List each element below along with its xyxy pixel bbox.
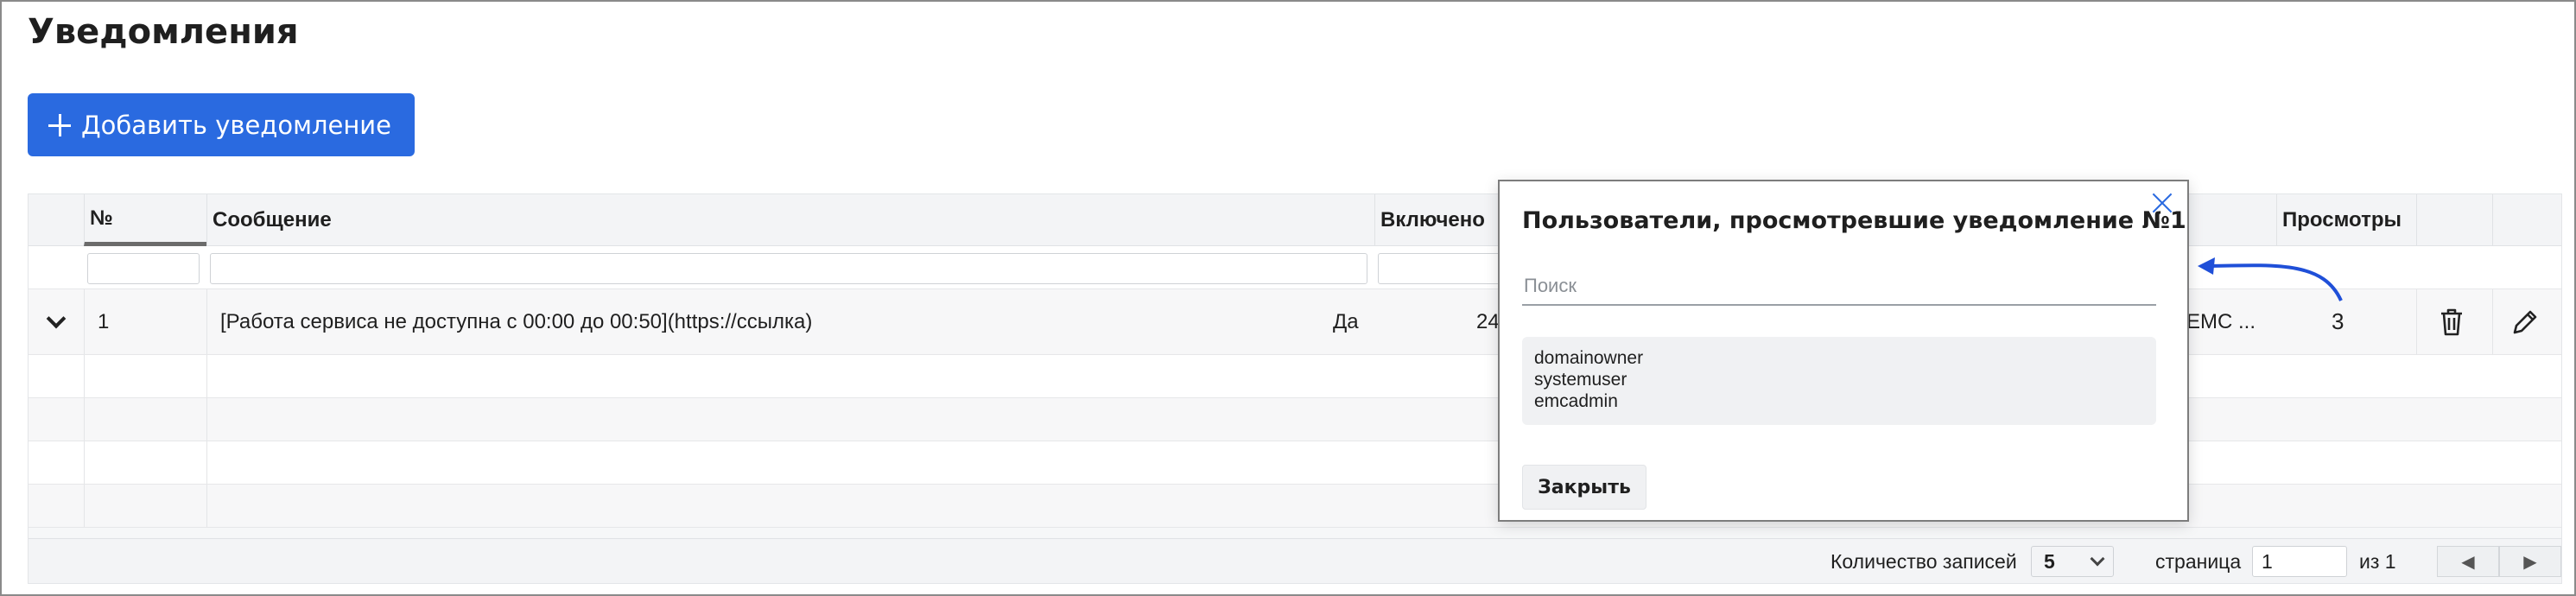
edit-button[interactable] <box>2511 289 2539 354</box>
viewers-popup: Пользователи, просмотревшие уведомление … <box>1498 180 2189 522</box>
popup-title: Пользователи, просмотревшие уведомление … <box>1522 207 2186 234</box>
close-button[interactable]: Закрыть <box>1522 465 1646 510</box>
header-views[interactable]: Просмотры <box>2276 194 2416 246</box>
next-icon: ▶ <box>2523 552 2537 572</box>
row-number: 1 <box>98 309 110 333</box>
trash-icon <box>2441 308 2462 335</box>
viewers-list: domainowner systemuser emcadmin <box>1522 337 2156 425</box>
prev-icon: ◀ <box>2461 552 2475 572</box>
chevron-down-icon <box>2090 551 2105 567</box>
records-count-label: Количество записей <box>1830 549 2017 573</box>
filter-number[interactable] <box>87 253 200 284</box>
records-count-select[interactable]: 5 <box>2031 546 2114 577</box>
page-input[interactable]: 1 <box>2252 546 2347 577</box>
add-notification-button[interactable]: Добавить уведомление <box>28 93 415 156</box>
header-enabled[interactable]: Включено <box>1374 194 1516 246</box>
list-item: domainowner <box>1534 348 1644 368</box>
list-item: emcadmin <box>1534 391 1618 411</box>
row-enabled: Да <box>1333 309 1359 333</box>
header-number[interactable]: № <box>84 194 206 246</box>
header-edit <box>2492 194 2563 246</box>
header-expand <box>29 194 84 246</box>
chevron-down-icon <box>46 308 67 328</box>
expand-row-button[interactable] <box>46 289 75 354</box>
page-label: страница <box>2155 549 2242 573</box>
row-partial: 24 <box>1476 309 1500 333</box>
search-input[interactable]: Поиск <box>1522 268 2156 306</box>
page-total: из 1 <box>2359 549 2396 573</box>
row-message: [Работа сервиса не доступна с 00:00 до 0… <box>220 309 813 333</box>
records-count-value: 5 <box>2044 549 2055 573</box>
annotation-arrow-icon <box>2198 257 2343 301</box>
page-title: Уведомления <box>28 12 299 52</box>
filter-message[interactable] <box>210 253 1367 284</box>
prev-page-button[interactable]: ◀ <box>2437 546 2499 577</box>
add-notification-label: Добавить уведомление <box>81 110 391 140</box>
header-message[interactable]: Сообщение <box>206 194 1374 246</box>
pencil-icon <box>2513 310 2537 333</box>
next-page-button[interactable]: ▶ <box>2499 546 2561 577</box>
pagination-bar: Количество записей 5 страница 1 из 1 ◀ ▶ <box>29 538 2561 583</box>
close-icon[interactable] <box>2151 192 2173 214</box>
delete-button[interactable] <box>2439 289 2465 354</box>
list-item: systemuser <box>1534 370 1627 390</box>
filter-enabled[interactable] <box>1378 253 1511 284</box>
header-delete <box>2416 194 2492 246</box>
plus-icon <box>48 113 71 136</box>
